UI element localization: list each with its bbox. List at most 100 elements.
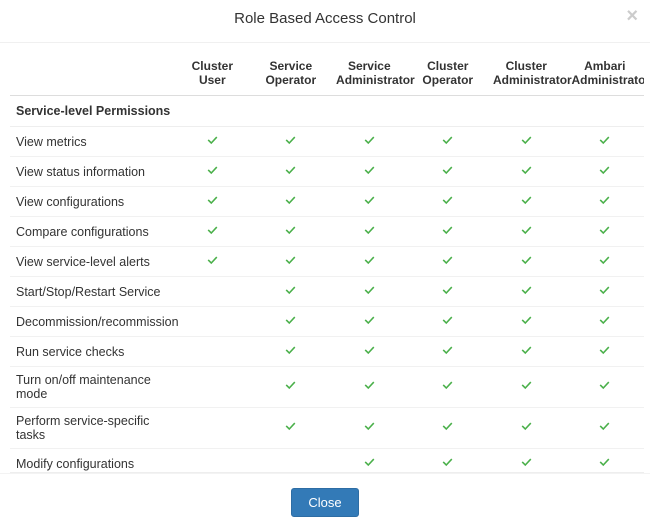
permission-cell [487,337,565,367]
check-icon [284,344,297,357]
permission-cell [409,367,487,408]
check-icon [598,194,611,207]
close-button[interactable]: Close [291,488,358,517]
check-icon [206,224,219,237]
permission-cell [173,127,251,157]
check-icon [520,420,533,433]
column-header: Service Operator [252,51,330,96]
check-icon [520,194,533,207]
permission-cell [330,277,408,307]
section-header-row: Service-level Permissions [10,96,644,127]
permission-label: View configurations [10,187,173,217]
permission-cell [487,408,565,449]
table-row: Start/Stop/Restart Service [10,277,644,307]
permission-cell [173,217,251,247]
permission-label: Decommission/recommission [10,307,173,337]
column-header: Cluster User [173,51,251,96]
check-icon [284,194,297,207]
permission-cell [409,217,487,247]
permission-cell [487,449,565,474]
permission-cell [173,449,251,474]
check-icon [363,134,376,147]
permission-cell [487,127,565,157]
table-row: Decommission/recommission [10,307,644,337]
check-icon [520,224,533,237]
check-icon [520,254,533,267]
permission-label: View service-level alerts [10,247,173,277]
table-header-row: Cluster User Service Operator Service Ad… [10,51,644,96]
table-row: View metrics [10,127,644,157]
permission-cell [566,127,645,157]
close-icon[interactable]: × [626,6,638,26]
permission-cell [252,408,330,449]
permission-cell [330,187,408,217]
permission-label: Modify configurations [10,449,173,474]
table-row: Run service checks [10,337,644,367]
check-icon [363,254,376,267]
section-header-label: Service-level Permissions [10,96,644,127]
column-header: Cluster Operator [409,51,487,96]
check-icon [363,456,376,469]
permission-cell [252,247,330,277]
check-icon [284,134,297,147]
column-header: Service Administrator [330,51,408,96]
check-icon [598,456,611,469]
check-icon [598,314,611,327]
permission-cell [487,247,565,277]
permission-cell [487,157,565,187]
permission-cell [173,247,251,277]
permission-cell [252,157,330,187]
permission-cell [252,127,330,157]
permission-cell [409,127,487,157]
permission-cell [409,187,487,217]
check-icon [520,379,533,392]
permission-label: View metrics [10,127,173,157]
check-icon [206,164,219,177]
permission-cell [173,277,251,307]
check-icon [441,379,454,392]
permission-cell [487,187,565,217]
check-icon [441,164,454,177]
permission-cell [409,247,487,277]
permission-cell [173,157,251,187]
check-icon [284,314,297,327]
permission-label: Start/Stop/Restart Service [10,277,173,307]
permission-cell [330,157,408,187]
permission-cell [252,277,330,307]
table-scroll[interactable]: Cluster User Service Operator Service Ad… [10,51,644,473]
permission-cell [252,337,330,367]
permission-cell [487,307,565,337]
check-icon [441,284,454,297]
permission-cell [487,217,565,247]
permission-cell [487,367,565,408]
check-icon [284,379,297,392]
permission-cell [409,449,487,474]
check-icon [598,224,611,237]
check-icon [206,254,219,267]
permission-label: Compare configurations [10,217,173,247]
table-row: View configurations [10,187,644,217]
table-row: View service-level alerts [10,247,644,277]
check-icon [284,224,297,237]
modal-footer: Close [0,473,650,529]
permission-cell [252,217,330,247]
permission-cell [566,157,645,187]
check-icon [363,344,376,357]
permission-cell [330,247,408,277]
check-icon [520,456,533,469]
permission-cell [409,277,487,307]
check-icon [520,164,533,177]
permission-cell [173,187,251,217]
permission-cell [566,449,645,474]
check-icon [441,314,454,327]
check-icon [363,379,376,392]
permission-cell [409,307,487,337]
permission-cell [173,367,251,408]
column-header-permission [10,51,173,96]
check-icon [598,344,611,357]
check-icon [284,284,297,297]
permission-label: Turn on/off maintenance mode [10,367,173,408]
permission-cell [330,408,408,449]
check-icon [598,379,611,392]
table-row: Modify configurations [10,449,644,474]
